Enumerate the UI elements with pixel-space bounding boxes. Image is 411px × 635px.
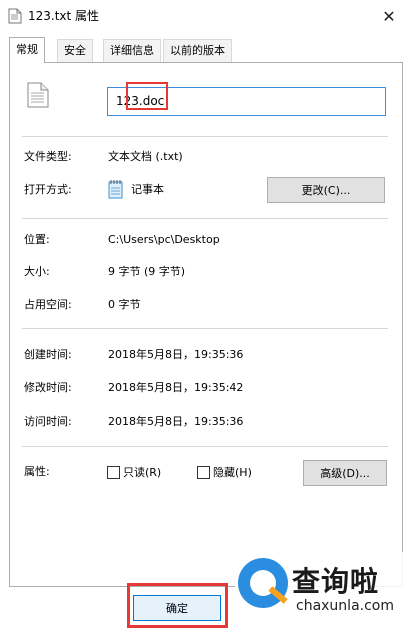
hidden-label[interactable]: 隐藏(H): [213, 466, 252, 480]
readonly-checkbox[interactable]: [107, 466, 120, 479]
tab-previous-versions[interactable]: 以前的版本: [163, 39, 232, 62]
divider: [22, 446, 388, 447]
size-on-disk-value: 0 字节: [108, 298, 141, 311]
location-value: C:\Users\pc\Desktop: [108, 233, 220, 246]
opens-with-label: 打开方式:: [24, 183, 72, 196]
size-value: 9 字节 (9 字节): [108, 265, 186, 278]
highlight-box: [126, 82, 168, 110]
readonly-label[interactable]: 只读(R): [123, 466, 161, 480]
created-label: 创建时间:: [24, 348, 72, 361]
size-on-disk-label: 占用空间:: [24, 298, 72, 311]
modified-value: 2018年5月8日，19:35:42: [108, 381, 244, 394]
file-type-label: 文件类型:: [24, 150, 72, 163]
accessed-label: 访问时间:: [24, 415, 72, 428]
close-button[interactable]: ✕: [372, 2, 406, 30]
divider: [22, 218, 388, 219]
advanced-button[interactable]: 高级(D)...: [303, 460, 387, 486]
divider: [22, 136, 388, 137]
attributes-label: 属性:: [24, 465, 50, 478]
document-icon: [8, 8, 22, 24]
window-title: 123.txt 属性: [28, 9, 100, 23]
ok-button[interactable]: 确定: [133, 595, 221, 621]
notepad-icon: [108, 179, 124, 199]
divider: [22, 328, 388, 329]
modified-label: 修改时间:: [24, 381, 72, 394]
watermark-title: 查询啦: [292, 565, 380, 598]
watermark-url: chaxunla.com: [296, 598, 394, 614]
file-type-value: 文本文档 (.txt): [108, 150, 183, 163]
opens-with-value: 记事本: [131, 183, 164, 196]
general-panel: [9, 62, 403, 587]
tab-security[interactable]: 安全: [57, 39, 93, 62]
tab-details[interactable]: 详细信息: [103, 39, 161, 62]
tab-general[interactable]: 常规: [9, 37, 45, 63]
created-value: 2018年5月8日，19:35:36: [108, 348, 244, 361]
size-label: 大小:: [24, 265, 50, 278]
close-icon: ✕: [382, 6, 396, 26]
hidden-checkbox[interactable]: [197, 466, 210, 479]
change-button[interactable]: 更改(C)...: [267, 177, 385, 203]
file-icon: [27, 82, 49, 108]
location-label: 位置:: [24, 233, 50, 246]
accessed-value: 2018年5月8日，19:35:36: [108, 415, 244, 428]
